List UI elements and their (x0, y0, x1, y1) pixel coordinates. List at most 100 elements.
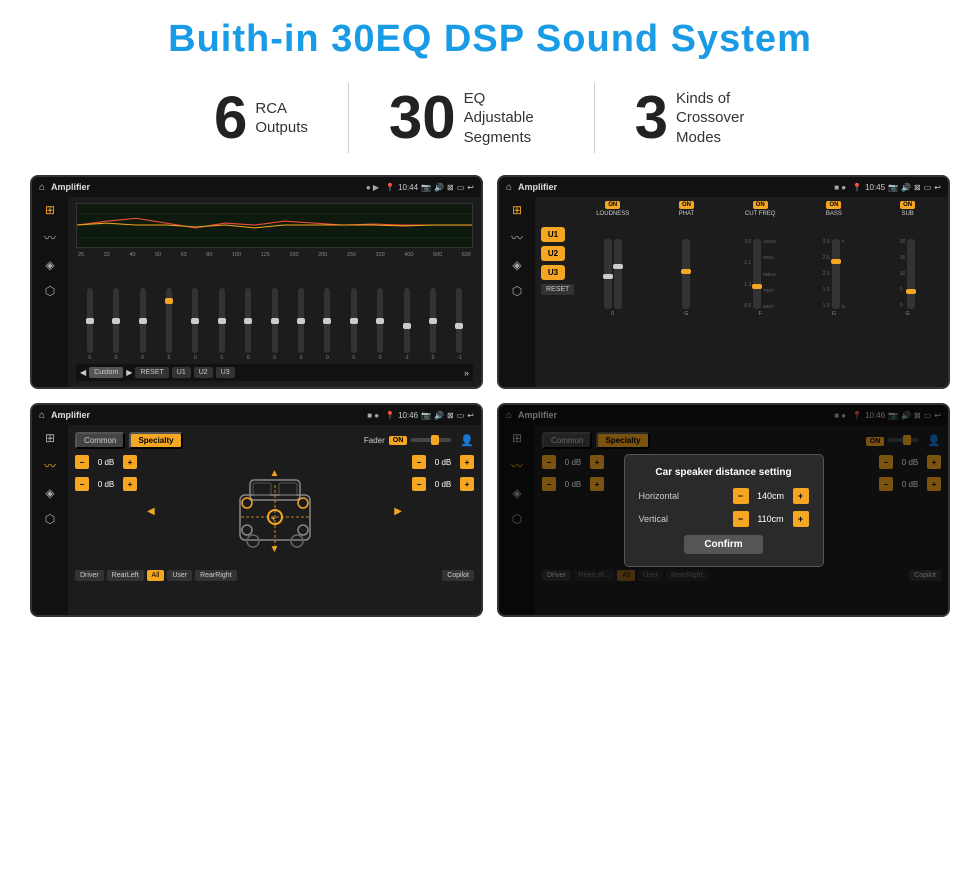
slider-track-0[interactable] (87, 288, 93, 353)
eq-slider-8: 0 (289, 288, 312, 361)
eq-sidebar-icon-2[interactable]: 〰 (44, 229, 56, 246)
eq-sidebar-icon-1[interactable]: ⊞ (45, 203, 55, 217)
eq-slider-2: 0 (131, 288, 154, 361)
camera-icon-3: 📷 (421, 411, 431, 420)
fader-sidebar-icon-2[interactable]: 〰 (44, 457, 56, 474)
cross-sidebar-icon-1[interactable]: ⊞ (512, 203, 522, 217)
fader-slider[interactable] (411, 430, 451, 450)
db-minus-4[interactable]: − (412, 477, 426, 491)
slider-track-12[interactable] (404, 288, 410, 353)
u2-button[interactable]: U2 (541, 246, 565, 261)
loudness-slider-1[interactable] (604, 239, 612, 309)
cutfreq-on[interactable]: ON (753, 201, 768, 209)
reset-btn[interactable]: RESET (135, 367, 168, 378)
phat-slider[interactable] (682, 239, 690, 309)
expand-arrows[interactable]: » (464, 368, 469, 378)
db-plus-2[interactable]: + (123, 477, 137, 491)
slider-thumb-12 (403, 323, 411, 329)
u3-btn[interactable]: U3 (216, 367, 235, 378)
rearright-btn[interactable]: RearRight (195, 570, 237, 581)
fader-sidebar-icon-4[interactable]: ⬡ (45, 512, 55, 526)
driver-btn[interactable]: Driver (75, 570, 104, 581)
sub-slider[interactable] (907, 239, 915, 309)
slider-track-8[interactable] (298, 288, 304, 353)
fader-down-arrow[interactable]: ▼ (270, 544, 280, 555)
slider-thumb-13 (429, 318, 437, 324)
back-icon-2[interactable]: ↩ (934, 183, 941, 192)
dialog-vertical-row: Vertical − 110cm + (639, 511, 809, 527)
specialty-tab[interactable]: Specialty (129, 432, 182, 449)
u2-btn[interactable]: U2 (194, 367, 213, 378)
fader-left-arrow[interactable]: ◀ (147, 506, 155, 517)
slider-track-7[interactable] (272, 288, 278, 353)
vertical-minus[interactable]: − (733, 511, 749, 527)
confirm-button[interactable]: Confirm (684, 535, 762, 554)
slider-track-3[interactable] (166, 288, 172, 353)
cross-sidebar-icon-2[interactable]: 〰 (511, 229, 523, 246)
vertical-value: 110cm (752, 514, 790, 524)
horizontal-plus[interactable]: + (793, 488, 809, 504)
vertical-ctrl: − 110cm + (733, 511, 809, 527)
fader-up-arrow[interactable]: ▲ (270, 468, 280, 479)
vertical-plus[interactable]: + (793, 511, 809, 527)
horizontal-minus[interactable]: − (733, 488, 749, 504)
fader-sidebar-icon-3[interactable]: ◈ (45, 486, 54, 500)
home-icon-3[interactable]: ⌂ (39, 410, 45, 421)
sub-label: SUB (901, 211, 913, 217)
u3-button[interactable]: U3 (541, 265, 565, 280)
slider-track-4[interactable] (192, 288, 198, 353)
slider-track-9[interactable] (324, 288, 330, 353)
db-plus-1[interactable]: + (123, 455, 137, 469)
eq-sidebar-icon-3[interactable]: ◈ (45, 258, 54, 272)
db-plus-3[interactable]: + (460, 455, 474, 469)
db-minus-1[interactable]: − (75, 455, 89, 469)
car-diagram: + ▲ ▼ ◀ (143, 455, 406, 565)
eq-screen-content: ⊞ 〰 ◈ ⬡ (32, 197, 481, 387)
common-tab[interactable]: Common (75, 432, 125, 449)
all-btn[interactable]: All (147, 570, 165, 581)
db-minus-2[interactable]: − (75, 477, 89, 491)
cutfreq-slider-1[interactable] (753, 239, 761, 309)
loudness-slider-2[interactable] (614, 239, 622, 309)
back-icon-1[interactable]: ↩ (467, 183, 474, 192)
home-icon-1[interactable]: ⌂ (39, 182, 45, 193)
phat-on[interactable]: ON (679, 201, 694, 209)
user-btn[interactable]: User (167, 570, 192, 581)
slider-track-6[interactable] (245, 288, 251, 353)
u1-btn[interactable]: U1 (172, 367, 191, 378)
slider-track-11[interactable] (377, 288, 383, 353)
cross-sidebar-icon-3[interactable]: ◈ (512, 258, 521, 272)
db-val-2: 0 dB (92, 480, 120, 489)
db-minus-3[interactable]: − (412, 455, 426, 469)
db-plus-4[interactable]: + (460, 477, 474, 491)
eq-sidebar-icon-4[interactable]: ⬡ (45, 284, 55, 298)
bass-slider[interactable] (832, 239, 840, 309)
slider-thumb-1 (112, 318, 120, 324)
crossover-reset-btn[interactable]: RESET (541, 284, 574, 295)
back-icon-3[interactable]: ↩ (467, 411, 474, 420)
slider-val-3: 5 (168, 355, 171, 361)
loudness-on[interactable]: ON (605, 201, 620, 209)
slider-track-5[interactable] (219, 288, 225, 353)
prev-arrow[interactable]: ◀ (80, 368, 86, 377)
slider-track-14[interactable] (456, 288, 462, 353)
slider-track-1[interactable] (113, 288, 119, 353)
slider-track-13[interactable] (430, 288, 436, 353)
slider-track-2[interactable] (140, 288, 146, 353)
eq-graph (76, 203, 473, 248)
fader-sidebar-icon-1[interactable]: ⊞ (45, 431, 55, 445)
copilot-btn[interactable]: Copilot (442, 570, 474, 581)
screen-eq: ⌂ Amplifier ● ▶ 📍 10:44 📷 🔊 ⊠ ▭ ↩ ⊞ 〰 ◈ (30, 175, 483, 389)
custom-btn[interactable]: Custom (89, 367, 123, 378)
fader-main-area: Common Specialty Fader ON 👤 (68, 425, 481, 615)
home-icon-2[interactable]: ⌂ (506, 182, 512, 193)
rearleft-btn[interactable]: RearLeft (107, 570, 144, 581)
cross-sidebar-icon-4[interactable]: ⬡ (512, 284, 522, 298)
sub-on[interactable]: ON (900, 201, 915, 209)
next-arrow[interactable]: ▶ (126, 368, 132, 377)
bass-on[interactable]: ON (826, 201, 841, 209)
fader-on-badge[interactable]: ON (389, 436, 408, 445)
slider-track-10[interactable] (351, 288, 357, 353)
fader-right-arrow[interactable]: ▶ (394, 506, 402, 517)
u1-button[interactable]: U1 (541, 227, 565, 242)
